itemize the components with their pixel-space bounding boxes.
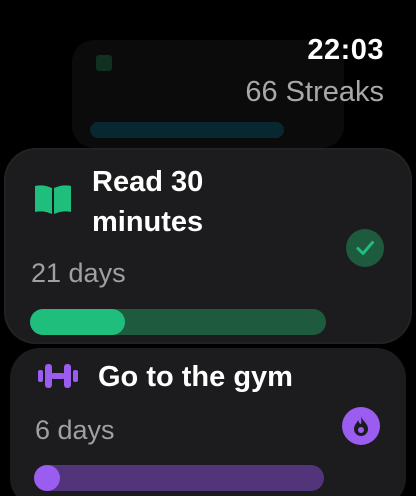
habit-card-gym[interactable]: Go to the gym 6 days: [10, 348, 406, 496]
streak-badge[interactable]: [342, 407, 380, 445]
clock-time: 22:03: [307, 34, 384, 66]
habit-title: Read 30 minutes: [92, 166, 204, 238]
habit-icon: [96, 55, 112, 71]
progress-bar: [30, 309, 326, 335]
dumbbell-icon: [38, 364, 78, 388]
habit-card-read[interactable]: Read 30 minutes 21 days: [6, 150, 410, 342]
streaks-count: 66 Streaks: [245, 76, 384, 108]
habit-title: Go to the gym: [98, 361, 293, 393]
progress-fill: [34, 465, 61, 491]
book-icon: [35, 185, 71, 214]
completed-badge[interactable]: [346, 229, 384, 267]
checkmark-icon: [356, 241, 374, 255]
streak-days: 6 days: [35, 415, 115, 445]
progress-fill: [30, 309, 125, 335]
progress-bar: [90, 122, 284, 138]
flame-icon: [354, 416, 368, 436]
progress-bar: [34, 465, 324, 491]
streak-days: 21 days: [31, 258, 126, 288]
